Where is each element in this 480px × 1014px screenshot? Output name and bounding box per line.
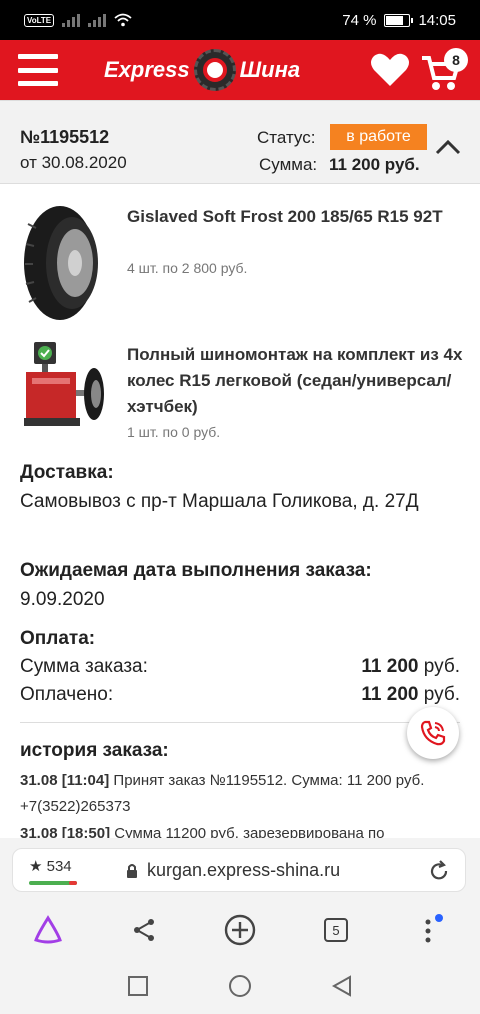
sum-label: Сумма: xyxy=(259,155,318,174)
order-summary-bar[interactable]: №1195512 от 30.08.2020 Статус: в работе … xyxy=(0,100,480,184)
back-triangle-icon[interactable] xyxy=(330,974,354,998)
tabs-button[interactable]: 5 xyxy=(316,910,356,950)
status-badge: в работе xyxy=(330,124,427,150)
call-button[interactable] xyxy=(407,707,459,759)
cart-button[interactable]: 8 xyxy=(420,48,468,92)
volte-indicator: VoLTE xyxy=(24,13,55,27)
share-icon xyxy=(134,919,154,941)
status-bar: VoLTE 74 % 14:05 xyxy=(0,0,480,40)
battery-icon xyxy=(384,13,414,27)
paid-row: Оплачено: 11 200 руб. xyxy=(20,684,460,706)
item-qty-price: 1 шт. по 0 руб. xyxy=(127,424,221,440)
paid-amount: 11 200 руб. xyxy=(361,684,460,706)
rating-bar xyxy=(29,881,77,885)
tire-machine-icon xyxy=(24,342,104,426)
item-title[interactable]: Полный шиномонтаж на комплект из 4х коле… xyxy=(127,342,467,420)
divider xyxy=(20,722,460,723)
history-title: история заказа: xyxy=(20,740,169,761)
cart-count-badge: 8 xyxy=(444,48,468,72)
address-bar[interactable]: ★ 534 kurgan.express-shina.ru xyxy=(12,848,466,892)
item-qty-price: 4 шт. по 2 800 руб. xyxy=(127,260,248,276)
history-entry: 31.08 [18:50] Сумма 11200 руб. зарезерви… xyxy=(20,822,460,838)
order-item: Полный шиномонтаж на комплект из 4х коле… xyxy=(20,342,462,442)
url-text[interactable]: kurgan.express-shina.ru xyxy=(147,860,340,881)
paid-label: Оплачено: xyxy=(20,684,114,705)
paid-currency: руб. xyxy=(423,684,460,705)
logo-wheel-icon xyxy=(193,49,236,91)
item-title[interactable]: Gislaved Soft Frost 200 185/65 R15 92T xyxy=(127,204,467,230)
chevron-up-icon[interactable] xyxy=(434,137,462,157)
lock-icon xyxy=(127,864,137,878)
order-sum-currency: руб. xyxy=(423,656,460,677)
reload-icon[interactable] xyxy=(427,859,451,883)
signal-2-icon xyxy=(88,13,107,27)
phone-icon xyxy=(420,720,446,746)
clock: 14:05 xyxy=(418,11,456,29)
browser-menu-button[interactable] xyxy=(412,910,452,950)
plus-circle-icon xyxy=(224,914,256,946)
site-rating[interactable]: ★ 534 xyxy=(29,857,72,875)
alice-icon xyxy=(34,915,62,944)
history-text: Сумма 11200 руб. зарезервирована по xyxy=(114,825,385,838)
history-time: 31.08 [18:50] xyxy=(20,825,111,838)
site-logo[interactable]: Express Шина xyxy=(104,48,300,92)
order-sum-label: Сумма заказа: xyxy=(20,656,148,677)
battery-percent: 74 % xyxy=(342,11,377,29)
sum-value: 11 200 руб. xyxy=(329,155,420,174)
favorites-heart-icon[interactable] xyxy=(370,52,410,88)
menu-icon[interactable] xyxy=(18,54,58,86)
payment-title: Оплата: xyxy=(20,628,96,649)
recents-square-icon[interactable] xyxy=(126,974,150,998)
logo-text-left: Express xyxy=(104,57,190,82)
delivery-title: Доставка: xyxy=(20,462,114,483)
history-entry: 31.08 [11:04] Принят заказ №1195512. Сум… xyxy=(20,768,460,820)
order-sum-value: 11 200 xyxy=(361,656,419,677)
system-nav-bar xyxy=(0,958,480,1014)
wifi-icon xyxy=(114,13,132,27)
new-tab-button[interactable] xyxy=(220,910,260,950)
tire-icon xyxy=(24,206,98,320)
more-vertical-icon xyxy=(425,914,443,943)
order-number: №1195512 xyxy=(20,127,110,147)
home-circle-icon[interactable] xyxy=(228,974,252,998)
browser-toolbar: ★ 534 kurgan.express-shina.ru 5 xyxy=(0,838,480,1014)
site-header: Express Шина 8 xyxy=(0,40,480,100)
alice-button[interactable] xyxy=(28,910,68,950)
order-sum-row: Сумма заказа: 11 200 руб. xyxy=(20,656,460,678)
history-time: 31.08 [11:04] xyxy=(20,772,110,789)
logo-text-right: Шина xyxy=(239,57,301,82)
delivery-text: Самовывоз с пр-т Маршала Голикова, д. 27… xyxy=(20,491,419,512)
expected-date-title: Ожидаемая дата выполнения заказа: xyxy=(20,560,372,581)
order-date: от 30.08.2020 xyxy=(20,153,127,172)
browser-nav-row: 5 xyxy=(0,902,480,958)
status-label: Статус: xyxy=(257,128,316,147)
signal-icon xyxy=(62,13,81,27)
paid-value: 11 200 xyxy=(361,684,419,705)
order-item: Gislaved Soft Frost 200 185/65 R15 92T 4… xyxy=(20,204,460,324)
order-sum-amount: 11 200 руб. xyxy=(361,656,460,678)
share-button[interactable] xyxy=(124,910,164,950)
tabs-count: 5 xyxy=(324,918,348,942)
expected-date-value: 9.09.2020 xyxy=(20,589,105,610)
